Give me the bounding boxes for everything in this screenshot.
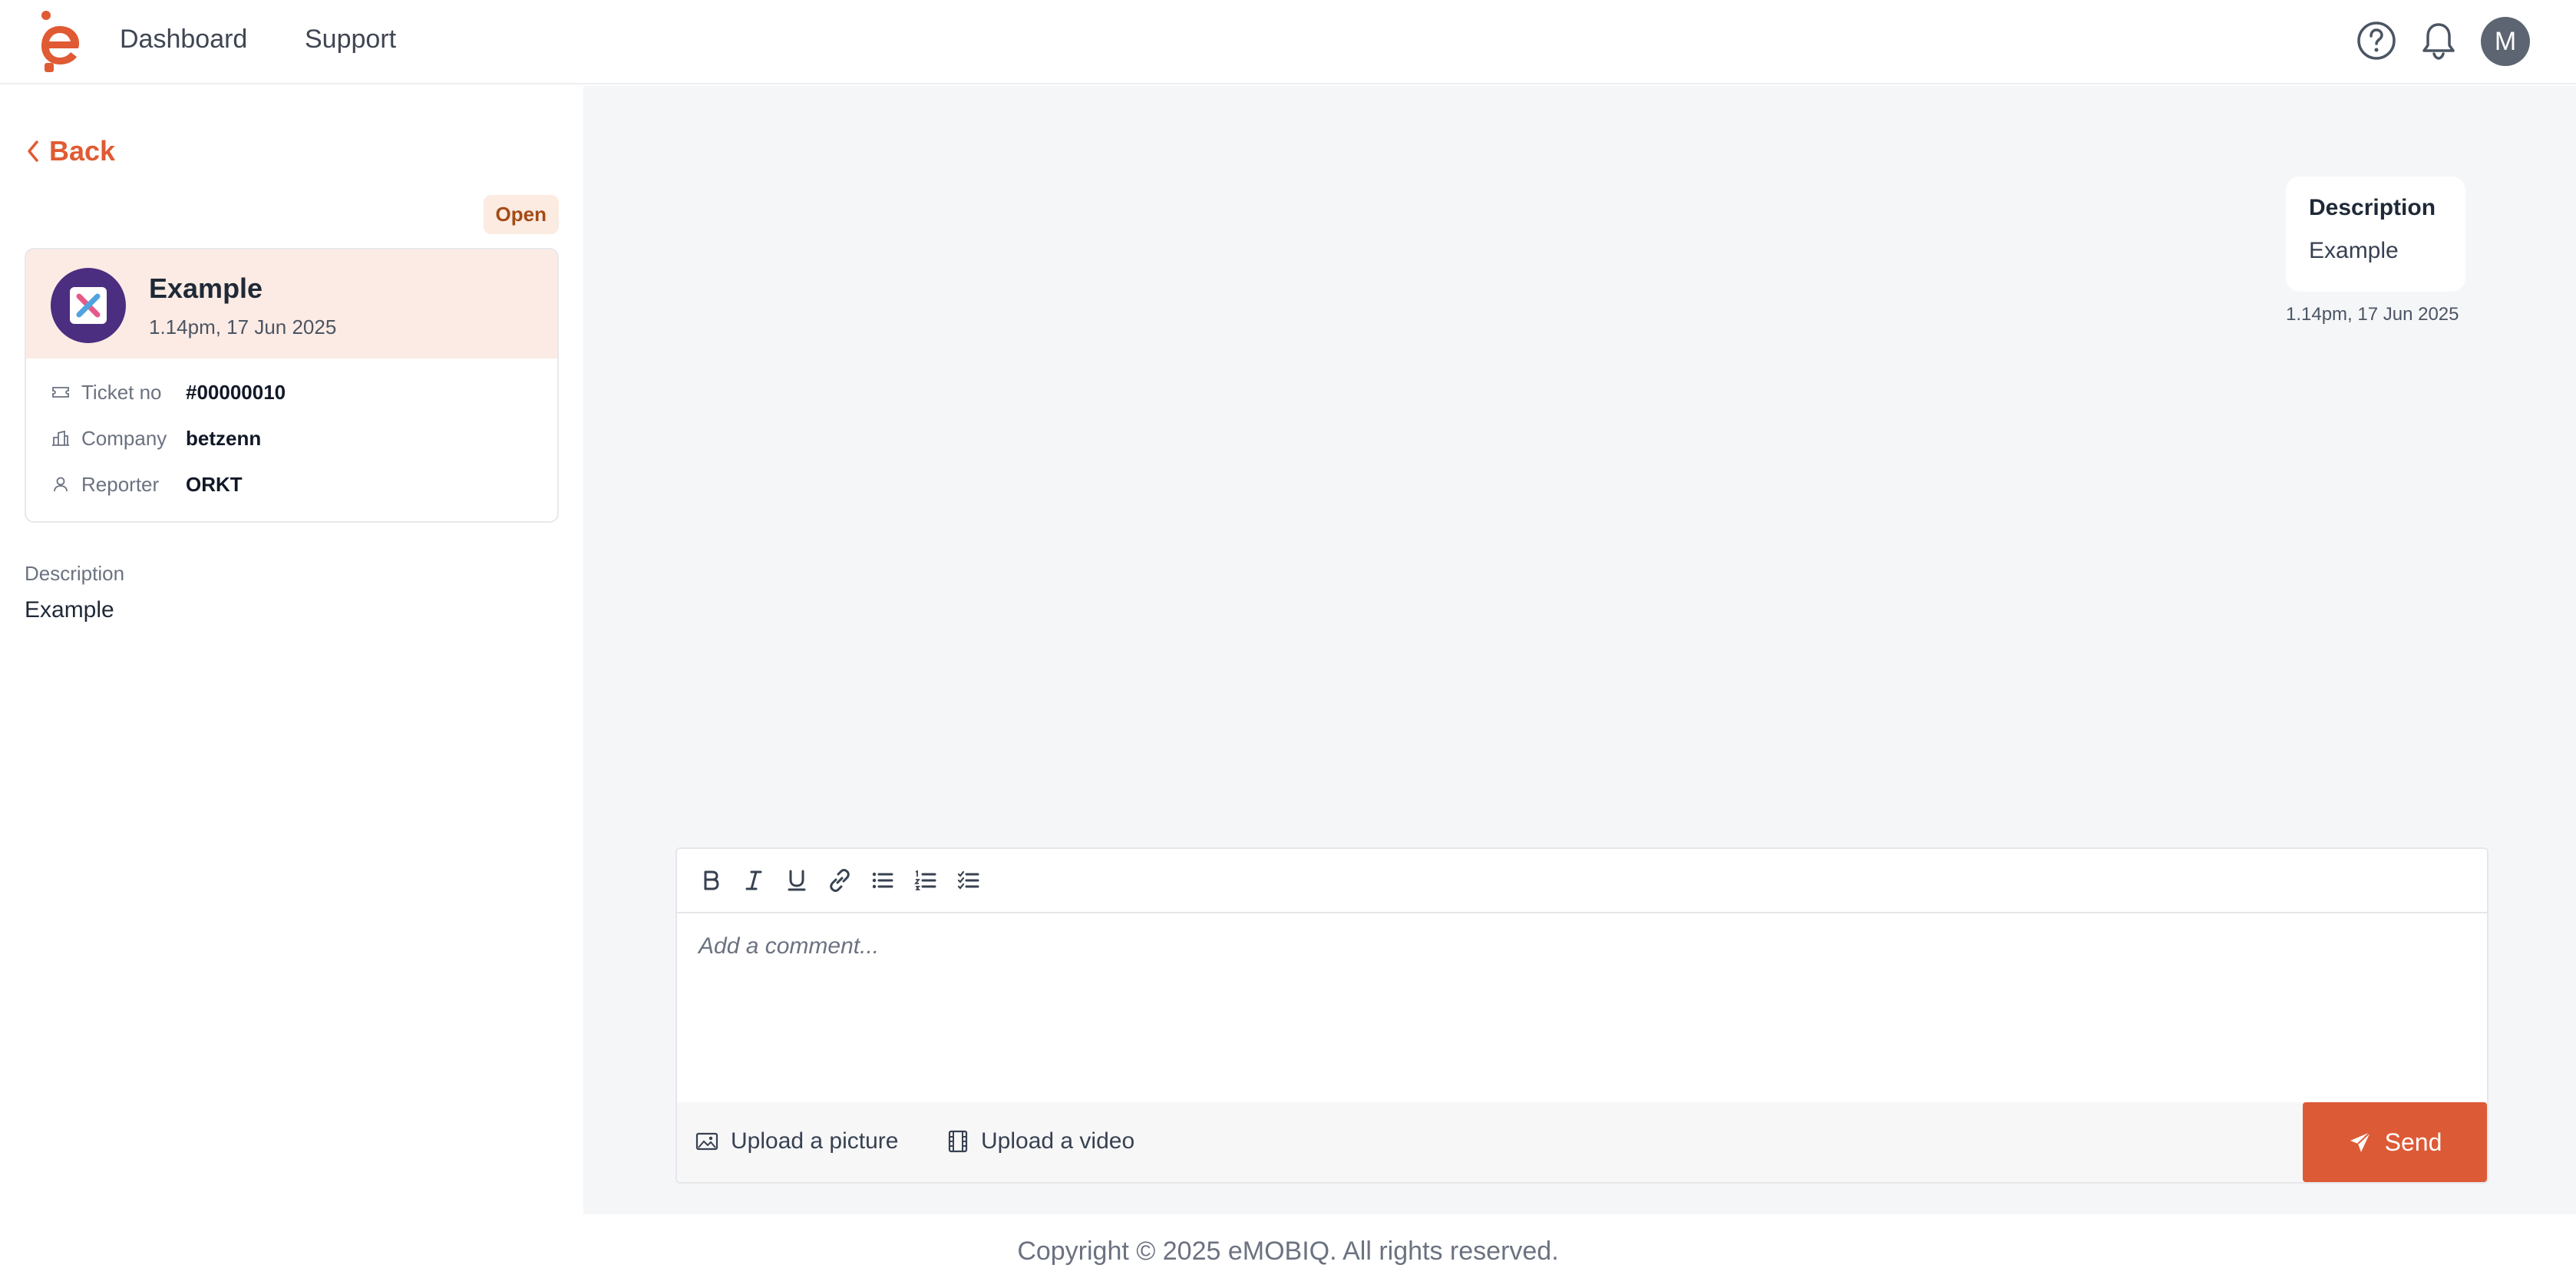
underline-icon[interactable]	[781, 865, 812, 896]
editor-toolbar	[677, 849, 2487, 913]
send-button[interactable]: Send	[2303, 1102, 2487, 1182]
ticket-card: Example 1.14pm, 17 Jun 2025 Ticket no #0…	[25, 248, 559, 523]
ticket-sidebar: Back Open Example 1.14pm, 17 Jun 2025 Ti…	[0, 86, 583, 1214]
ticket-number-value: #00000010	[186, 380, 286, 404]
ticket-card-header: Example 1.14pm, 17 Jun 2025	[26, 249, 557, 358]
description-label: Description	[25, 562, 125, 585]
editor-footer: Upload a picture Upload a video Send	[677, 1102, 2487, 1182]
copyright-text: Copyright © 2025 eMOBIQ. All rights rese…	[1017, 1236, 1559, 1266]
bullet-list-icon[interactable]	[867, 865, 898, 896]
upload-picture-button[interactable]: Upload a picture	[695, 1128, 898, 1154]
chevron-left-icon	[28, 140, 38, 162]
top-navbar: Dashboard Support M	[0, 0, 2576, 84]
send-icon	[2350, 1131, 2371, 1152]
message-title: Description	[2309, 195, 2436, 220]
comment-input[interactable]: Add a comment...	[698, 933, 879, 959]
building-icon	[52, 430, 69, 446]
bell-icon[interactable]	[2418, 20, 2459, 61]
numbered-list-icon[interactable]	[910, 865, 941, 896]
ticket-number-label: Ticket no	[81, 380, 162, 404]
page-footer: Copyright © 2025 eMOBIQ. All rights rese…	[0, 1214, 2576, 1288]
company-logo	[51, 268, 126, 343]
comment-editor: Add a comment... Upload a picture Upload…	[675, 847, 2488, 1184]
reporter-value: ORKT	[186, 472, 243, 496]
reporter-label: Reporter	[81, 472, 160, 496]
ticket-date: 1.14pm, 17 Jun 2025	[149, 315, 337, 339]
message-text: Example	[2309, 238, 2399, 263]
status-badge: Open	[483, 195, 559, 234]
italic-icon[interactable]	[738, 865, 769, 896]
back-button[interactable]: Back	[25, 135, 115, 167]
message-timestamp: 1.14pm, 17 Jun 2025	[2286, 304, 2459, 325]
ticket-title: Example	[149, 272, 263, 304]
user-avatar[interactable]: M	[2481, 17, 2530, 66]
reporter-row: Reporter ORKT	[51, 469, 243, 500]
user-icon	[54, 477, 68, 492]
ticket-number-row: Ticket no #00000010	[51, 377, 286, 408]
help-circle-icon[interactable]	[2356, 20, 2397, 61]
bold-icon[interactable]	[695, 865, 726, 896]
nav-support[interactable]: Support	[305, 25, 396, 54]
image-icon	[695, 1132, 718, 1151]
send-label: Send	[2384, 1128, 2442, 1156]
back-label: Back	[49, 135, 116, 167]
company-value: betzenn	[186, 426, 262, 450]
app-logo-icon	[70, 287, 107, 324]
upload-video-button[interactable]: Upload a video	[947, 1128, 1134, 1154]
film-icon	[948, 1130, 968, 1153]
link-icon[interactable]	[824, 865, 855, 896]
upload-picture-label: Upload a picture	[731, 1128, 899, 1154]
message-bubble: Description Example	[2286, 177, 2465, 292]
emobiq-logo[interactable]	[37, 9, 83, 74]
upload-video-label: Upload a video	[981, 1128, 1135, 1154]
ticket-icon	[52, 387, 69, 398]
company-label: Company	[81, 426, 167, 450]
checklist-icon[interactable]	[953, 865, 984, 896]
company-row: Company betzenn	[51, 423, 261, 454]
description-value: Example	[25, 597, 114, 623]
nav-dashboard[interactable]: Dashboard	[120, 25, 247, 54]
conversation-panel: Description Example 1.14pm, 17 Jun 2025	[583, 86, 2576, 1214]
